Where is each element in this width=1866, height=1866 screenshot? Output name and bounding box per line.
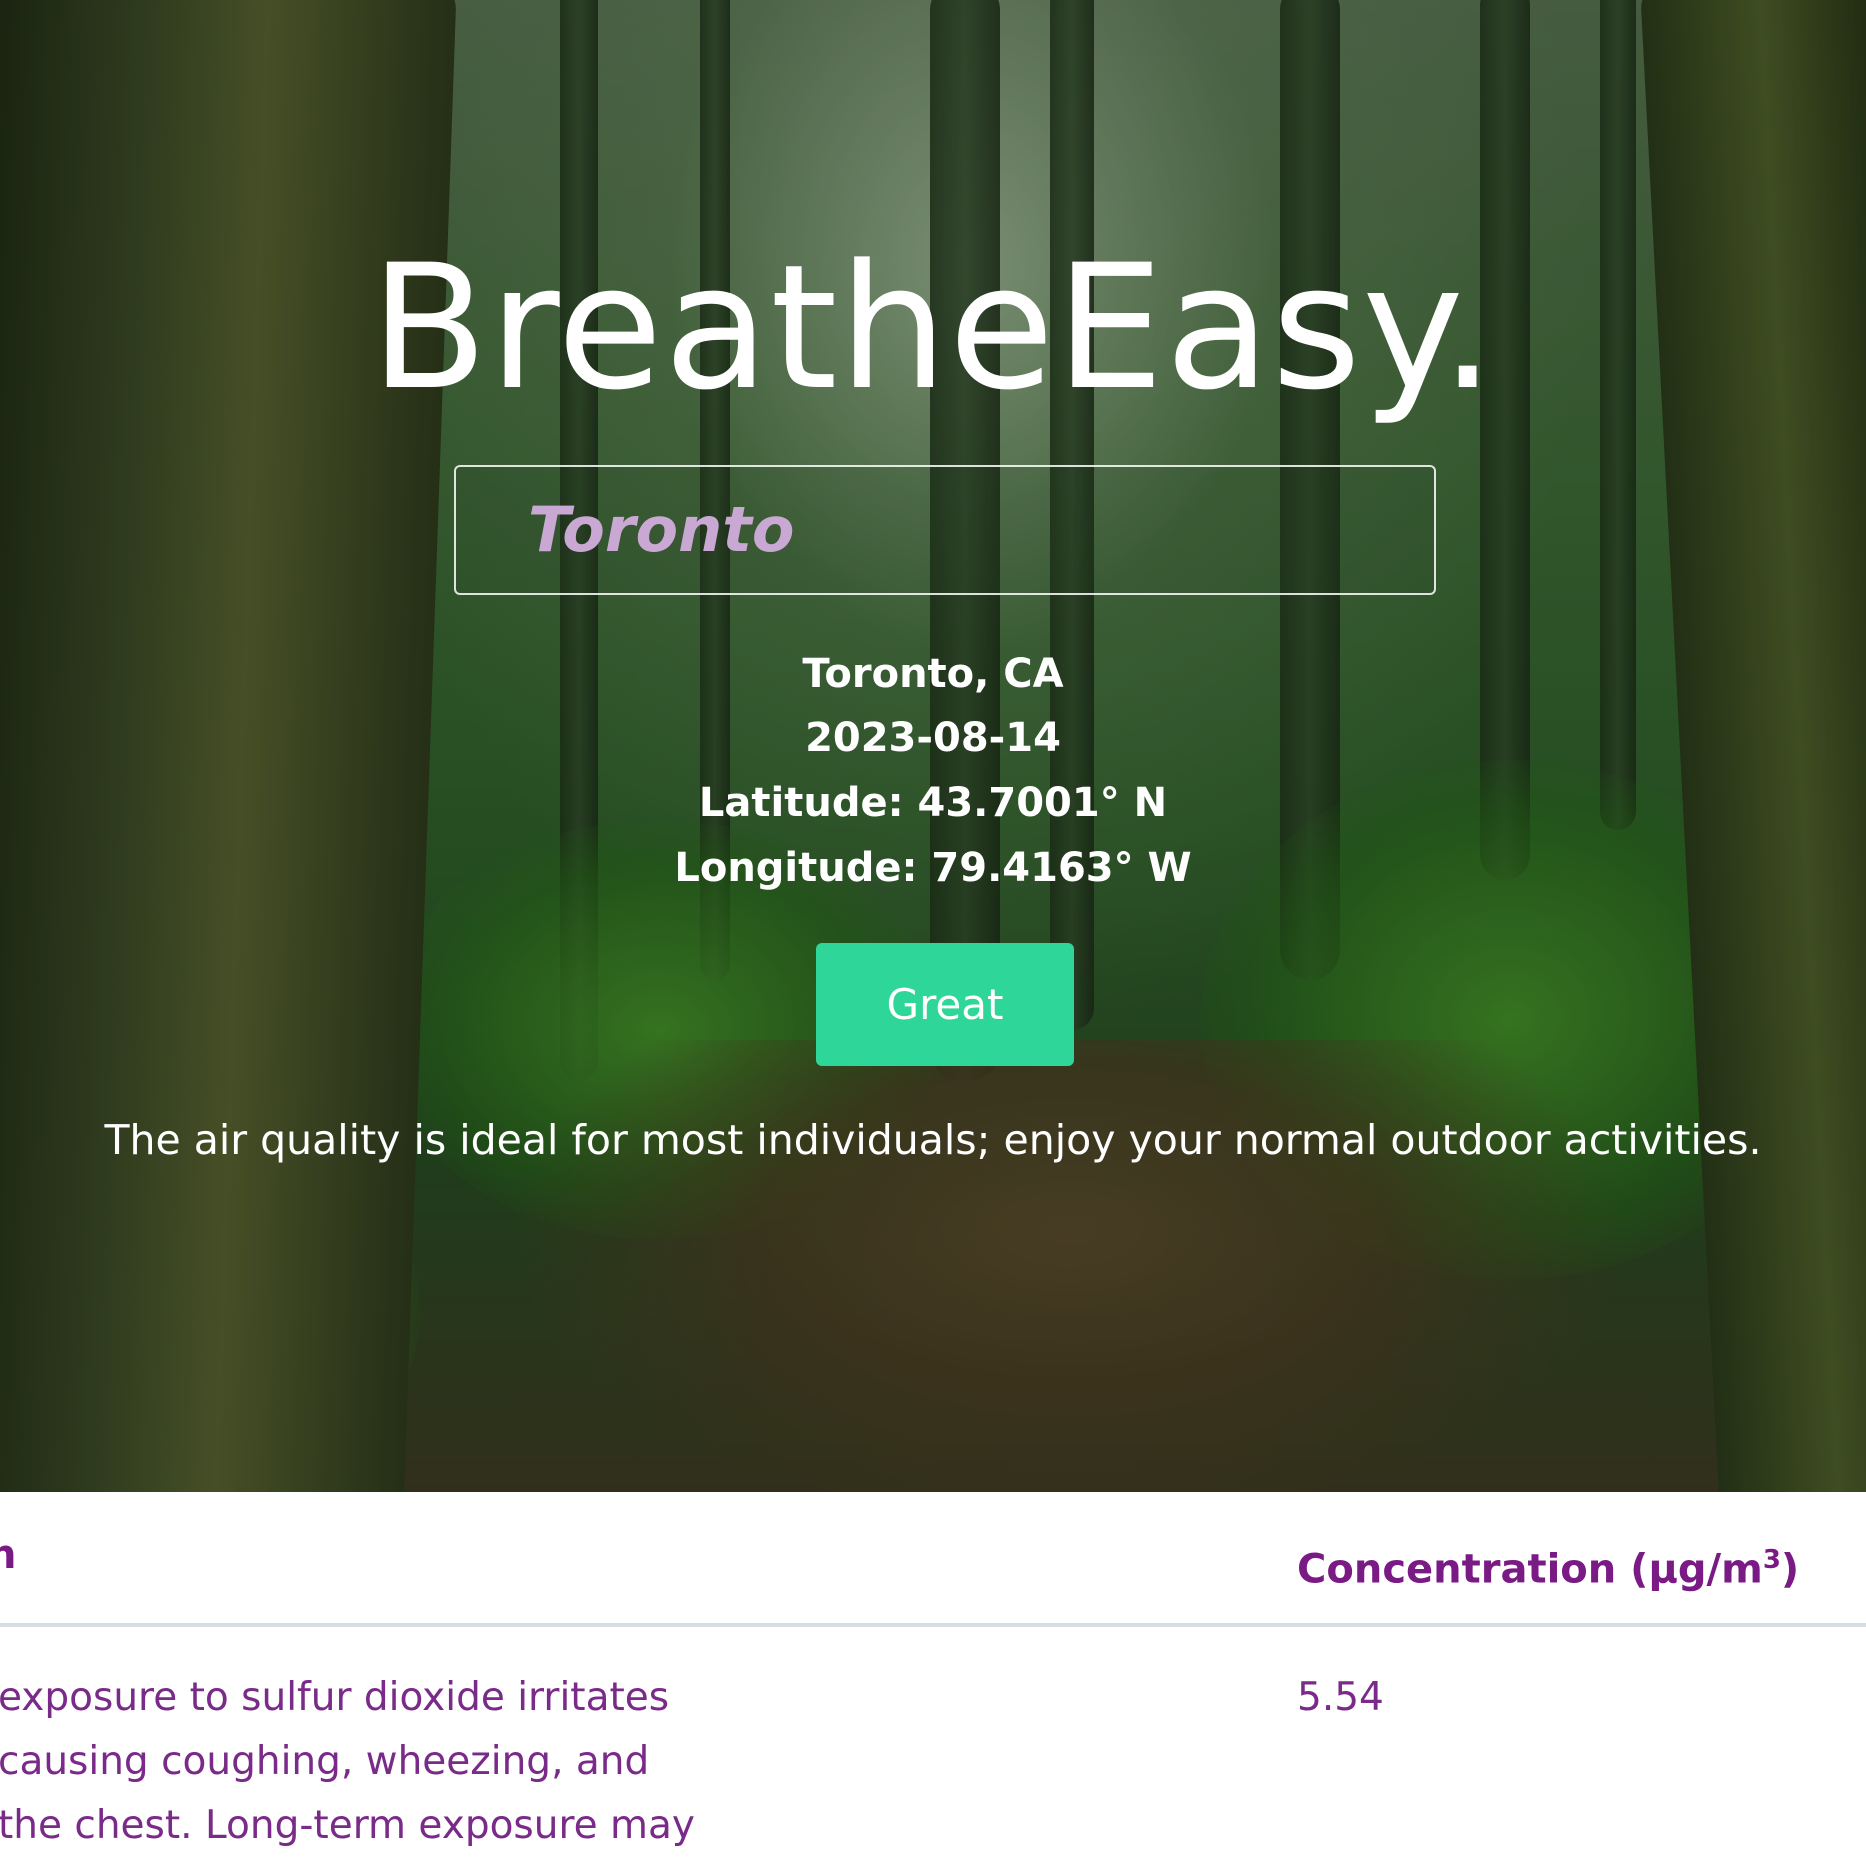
search-input-value: Toronto	[528, 493, 795, 566]
brand-title: BreatheEasy.	[369, 227, 1497, 428]
description-line: exposure to sulfur dioxide irritates	[0, 1675, 670, 1720]
table-cell-concentration: 5.54	[1297, 1675, 1384, 1720]
location-city: Toronto, CA	[802, 651, 1064, 697]
table-header-pollutant: n	[0, 1532, 17, 1578]
air-quality-advice: The air quality is ideal for most indivi…	[104, 1116, 1762, 1164]
table-header-concentration-close: )	[1780, 1546, 1800, 1593]
table-header-concentration-exponent: 3	[1762, 1545, 1781, 1575]
hero-background: BreatheEasy. Toronto Toronto, CA 2023-08…	[0, 0, 1866, 1492]
table-header-concentration: Concentration (µg/m3)	[1297, 1532, 1799, 1597]
location-latitude: Latitude: 43.7001° N	[698, 780, 1168, 826]
description-line: the chest. Long-term exposure may	[0, 1803, 696, 1848]
air-quality-rating-button[interactable]: Great	[816, 943, 1074, 1066]
location-longitude: Longitude: 79.4163° W	[674, 845, 1192, 891]
location-date: 2023-08-14	[805, 715, 1061, 761]
hero-content: BreatheEasy. Toronto Toronto, CA 2023-08…	[0, 0, 1866, 1492]
table-cell-description: exposure to sulfur dioxide irritates cau…	[0, 1666, 798, 1858]
description-line: causing coughing, wheezing, and	[0, 1739, 650, 1784]
table-header-concentration-label: Concentration (µg/m	[1297, 1546, 1763, 1593]
city-search-input[interactable]: Toronto	[454, 465, 1436, 595]
table-header-divider	[0, 1623, 1866, 1627]
